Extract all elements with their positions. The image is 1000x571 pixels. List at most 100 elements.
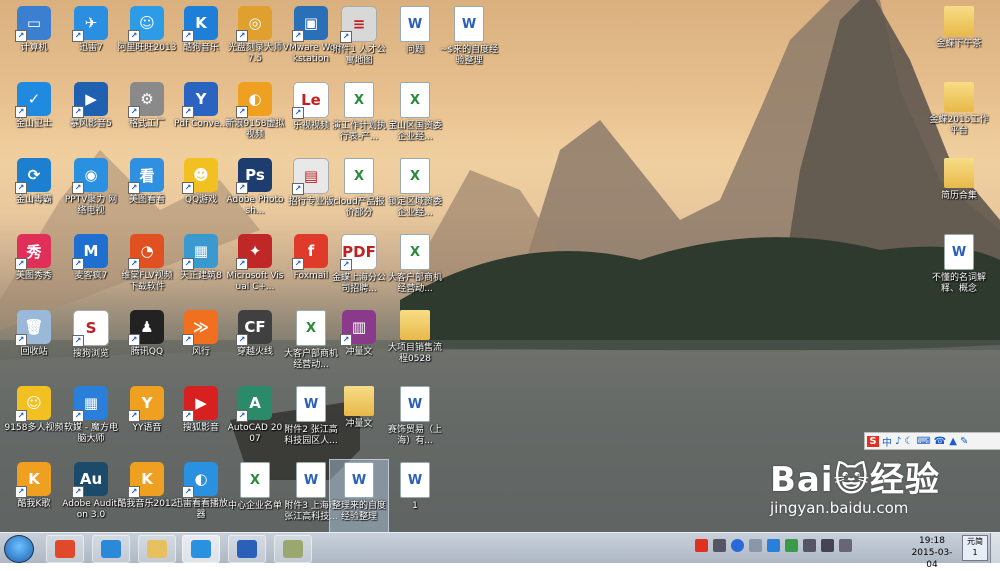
baidu-jingyan-watermark: Bai😺经验 jingyan.baidu.com: [770, 452, 1000, 532]
desktop-icon[interactable]: Y ↗ YY语音: [118, 384, 176, 460]
sogou-tray-icon[interactable]: [695, 539, 708, 552]
desktop-icon[interactable]: W 赛饰贸易（上海）有...: [386, 384, 444, 460]
desktop-icon[interactable]: X 中心企业名单: [226, 460, 284, 532]
shield-icon[interactable]: [785, 539, 798, 552]
show-desktop-button[interactable]: [990, 533, 1000, 563]
desktop-icon[interactable]: M ↗ 麦客疯7: [62, 232, 120, 308]
action-center-icon[interactable]: [803, 539, 816, 552]
desktop-icon[interactable]: ▥ ↗ 冲量文: [330, 308, 388, 384]
desktop-icon[interactable]: ◉ ↗ PPTV聚力 网络电视: [62, 156, 120, 232]
desktop-icon[interactable]: ✈ ↗ 迅雷7: [62, 4, 120, 80]
desktop-icon[interactable]: Au ↗ Adobe Audition 3.0: [62, 460, 120, 532]
desktop-icon[interactable]: ▦ ↗ 天正建筑8: [172, 232, 230, 308]
desktop-icon-label: cloud产品报价部分: [333, 197, 385, 218]
desktop-icon[interactable]: CF ↗ 穿越火线: [226, 308, 284, 384]
image-viewer-taskbar-button[interactable]: [274, 535, 312, 563]
security-icon[interactable]: [767, 539, 780, 552]
power-icon[interactable]: [839, 539, 852, 552]
desktop-icon[interactable]: Xcloud产品报价部分: [330, 156, 388, 232]
desktop-icon[interactable]: W 整理来的自度经验整理: [329, 459, 389, 532]
desktop-icon[interactable]: ◎ ↗ 光盘刻录大师 7.5: [226, 4, 284, 80]
bluetooth-icon[interactable]: [731, 539, 744, 552]
ime-tray-icon[interactable]: [749, 539, 762, 552]
desktop-icon[interactable]: ≡ ↗ 附件1 人才公寓地图: [330, 4, 388, 80]
desktop-icon[interactable]: X 大客户部商机经营动...: [386, 232, 444, 308]
desktop-icon[interactable]: ▶ ↗ 暴风影音5: [62, 80, 120, 156]
start-button[interactable]: [4, 535, 34, 563]
desktop-icon[interactable]: ▦ ↗ 软媒 - 魔方电脑大师: [62, 384, 120, 460]
desktop-icon[interactable]: X 锁定区域资委企业经...: [386, 156, 444, 232]
desktop-icon[interactable]: ☺ ↗ 阿里旺旺2013: [118, 4, 176, 80]
desktop-icon[interactable]: ▭ ↗ 计算机: [5, 4, 63, 80]
moon-icon[interactable]: ☾: [904, 436, 913, 447]
punctuation-icon[interactable]: ♪: [895, 436, 901, 447]
desktop-icon[interactable]: W 不懂的名词解释、概念: [930, 232, 988, 308]
desktop-icon[interactable]: W 问题: [386, 4, 444, 80]
ime-toolbar[interactable]: S 中 ♪ ☾ ⌨ ☎ ▲ ✎: [864, 432, 1000, 450]
explorer-taskbar-button[interactable]: [138, 535, 176, 563]
system-clock[interactable]: 19:18 2015-03-04: [908, 535, 956, 571]
network-icon[interactable]: [713, 539, 726, 552]
keyboard-icon[interactable]: ⌨: [916, 436, 930, 447]
desktop-icon[interactable]: ◔ ↗ 维棠FLV视频下载软件: [118, 232, 176, 308]
sogou-ime-icon[interactable]: S: [867, 435, 879, 447]
desktop-icon-label: 酷我K歌: [17, 499, 51, 509]
desktop-icon-label: 美图看看: [128, 195, 165, 205]
desktop-icon[interactable]: Ps ↗ Adobe Photosh...: [226, 156, 284, 232]
word-document-icon: W: [344, 462, 374, 498]
desktop-icon-label: 金山毒霸: [15, 195, 52, 205]
voice-icon[interactable]: ☎: [934, 436, 946, 447]
desktop-icon[interactable]: 大项目销售流程0528: [386, 308, 444, 384]
application-icon: ⟳ ↗: [15, 158, 51, 194]
shortcut-arrow-icon: ↗: [128, 258, 140, 270]
desktop-icon[interactable]: ☺ ↗ 9158多人视频: [5, 384, 63, 460]
desktop-icon-label: 美图秀秀: [15, 271, 52, 281]
language-indicator[interactable]: 元简 1: [962, 535, 988, 561]
desktop-icon-label: ~$来的自度经验整理: [439, 45, 499, 66]
desktop-icon[interactable]: 金蝶下午茶: [930, 4, 988, 80]
desktop-icon[interactable]: 金蝶2015工作平台: [930, 80, 988, 156]
shortcut-arrow-icon: ↗: [236, 334, 248, 346]
word-taskbar-button[interactable]: [228, 535, 266, 563]
desktop-icon[interactable]: 🗑 ↗ 回收站: [5, 308, 63, 384]
desktop-icon[interactable]: PDF ↗ 金蝶上海分公司招聘...: [330, 232, 388, 308]
desktop-icon[interactable]: ✓ ↗ 金山卫士: [5, 80, 63, 156]
desktop-icon[interactable]: ◐ ↗ 新浪9158虚拟视频: [226, 80, 284, 156]
desktop-icon[interactable]: 看 ↗ 美图看看: [118, 156, 176, 232]
desktop-icon[interactable]: 简历合集: [930, 156, 988, 232]
desktop-icon[interactable]: K ↗ 酷我音乐2012: [118, 460, 176, 532]
desktop-icon[interactable]: ≫ ↗ 风行: [172, 308, 230, 384]
desktop-icon[interactable]: W ~$来的自度经验整理: [440, 4, 498, 80]
desktop-icon-label: 金蝶下午茶: [936, 39, 982, 49]
desktop-icon[interactable]: ✦ ↗ Microsoft Visual C+...: [226, 232, 284, 308]
tools-icon[interactable]: ✎: [960, 436, 968, 447]
desktop-icon[interactable]: ◐ ↗ 迅雷看看播放器: [172, 460, 230, 532]
desktop-icon[interactable]: 秀 ↗ 美图秀秀: [5, 232, 63, 308]
desktop-icon[interactable]: A ↗ AutoCAD 2007: [226, 384, 284, 460]
desktop-icon[interactable]: ♟ ↗ 腾讯QQ: [118, 308, 176, 384]
desktop[interactable]: ▭ ↗ 计算机 ✈ ↗ 迅雷7 ☺ ↗ 阿里旺旺2013 K ↗ 酷狗音乐 ◎ ↗ 光盘刻录大师 7.5 ▣ ↗…: [0, 0, 1000, 532]
desktop-icon[interactable]: ⟳ ↗ 金山毒霸: [5, 156, 63, 232]
application-icon: ▭ ↗: [15, 6, 51, 42]
desktop-icon-label: AutoCAD 2007: [227, 423, 283, 444]
desktop-icon[interactable]: 冲量文: [330, 384, 388, 460]
desktop-icon[interactable]: W1: [386, 460, 444, 532]
chrome-taskbar-button[interactable]: [46, 535, 84, 563]
desktop-icon[interactable]: ☻ ↗ QQ游戏: [172, 156, 230, 232]
skin-icon[interactable]: ▲: [949, 436, 957, 447]
volume-icon[interactable]: [821, 539, 834, 552]
xunlei-taskbar-button[interactable]: [182, 535, 220, 563]
desktop-icon[interactable]: ▶ ↗ 搜狐影音: [172, 384, 230, 460]
desktop-icon[interactable]: X 演工作计划执行表-产...: [330, 80, 388, 156]
desktop-icon[interactable]: S ↗ 搜狗浏览: [62, 308, 120, 384]
ie-icon: [101, 540, 121, 558]
shortcut-arrow-icon: ↗: [236, 106, 248, 118]
ime-mode-label[interactable]: 中: [882, 434, 892, 449]
ie-taskbar-button[interactable]: [92, 535, 130, 563]
desktop-icon[interactable]: Y ↗ Pdf Conve...: [172, 80, 230, 156]
desktop-icon[interactable]: K ↗ 酷我K歌: [5, 460, 63, 532]
desktop-icon[interactable]: ⚙ ↗ 格式工厂: [118, 80, 176, 156]
desktop-icon-label: 回收站: [20, 347, 48, 357]
desktop-icon[interactable]: X 宝山区国资委企业经...: [386, 80, 444, 156]
desktop-icon[interactable]: K ↗ 酷狗音乐: [172, 4, 230, 80]
